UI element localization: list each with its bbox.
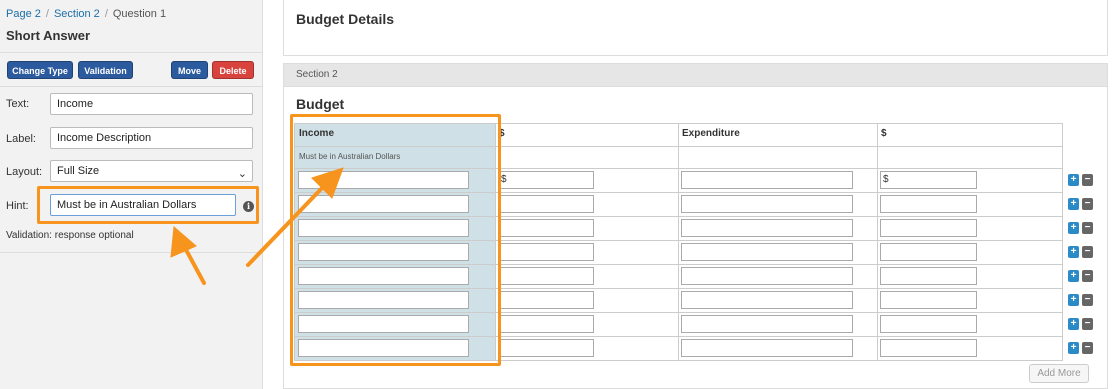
- add-more-button[interactable]: Add More: [1029, 364, 1089, 383]
- expenditure-amount-input[interactable]: [880, 195, 977, 213]
- income-amount-input[interactable]: [498, 315, 594, 333]
- remove-row-icon[interactable]: −: [1082, 342, 1093, 354]
- add-row-icon[interactable]: +: [1068, 174, 1079, 186]
- income-amount-input[interactable]: [498, 291, 594, 309]
- remove-row-icon[interactable]: −: [1082, 198, 1093, 210]
- remove-row-icon[interactable]: −: [1082, 294, 1093, 306]
- income-amount-input[interactable]: [498, 267, 594, 285]
- expenditure-input[interactable]: [681, 315, 853, 333]
- column-header-expenditure: Expenditure: [682, 128, 740, 139]
- expenditure-input[interactable]: [681, 195, 853, 213]
- add-row-icon[interactable]: +: [1068, 246, 1079, 258]
- column-header-expenditure-amount: $: [881, 128, 887, 139]
- add-row-icon[interactable]: +: [1068, 198, 1079, 210]
- income-amount-input[interactable]: $: [498, 171, 594, 189]
- expenditure-input[interactable]: [681, 219, 853, 237]
- add-row-icon[interactable]: +: [1068, 270, 1079, 282]
- income-amount-input[interactable]: [498, 219, 594, 237]
- expenditure-input[interactable]: [681, 243, 853, 261]
- expenditure-amount-input[interactable]: [880, 315, 977, 333]
- income-amount-input[interactable]: [498, 243, 594, 261]
- income-amount-input[interactable]: [498, 339, 594, 357]
- remove-row-icon[interactable]: −: [1082, 318, 1093, 330]
- expenditure-input[interactable]: [681, 267, 853, 285]
- add-row-icon[interactable]: +: [1068, 294, 1079, 306]
- expenditure-input[interactable]: [681, 171, 853, 189]
- expenditure-amount-input[interactable]: [880, 267, 977, 285]
- expenditure-amount-input[interactable]: $: [880, 171, 977, 189]
- expenditure-amount-input[interactable]: [880, 291, 977, 309]
- expenditure-amount-input[interactable]: [880, 219, 977, 237]
- add-row-icon[interactable]: +: [1068, 342, 1079, 354]
- expenditure-amount-input[interactable]: [880, 243, 977, 261]
- expenditure-input[interactable]: [681, 339, 853, 357]
- income-column-highlight-box: [290, 114, 501, 366]
- remove-row-icon[interactable]: −: [1082, 246, 1093, 258]
- remove-row-icon[interactable]: −: [1082, 222, 1093, 234]
- add-row-icon[interactable]: +: [1068, 318, 1079, 330]
- remove-row-icon[interactable]: −: [1082, 174, 1093, 186]
- income-amount-input[interactable]: [498, 195, 594, 213]
- expenditure-input[interactable]: [681, 291, 853, 309]
- remove-row-icon[interactable]: −: [1082, 270, 1093, 282]
- add-row-icon[interactable]: +: [1068, 222, 1079, 234]
- expenditure-amount-input[interactable]: [880, 339, 977, 357]
